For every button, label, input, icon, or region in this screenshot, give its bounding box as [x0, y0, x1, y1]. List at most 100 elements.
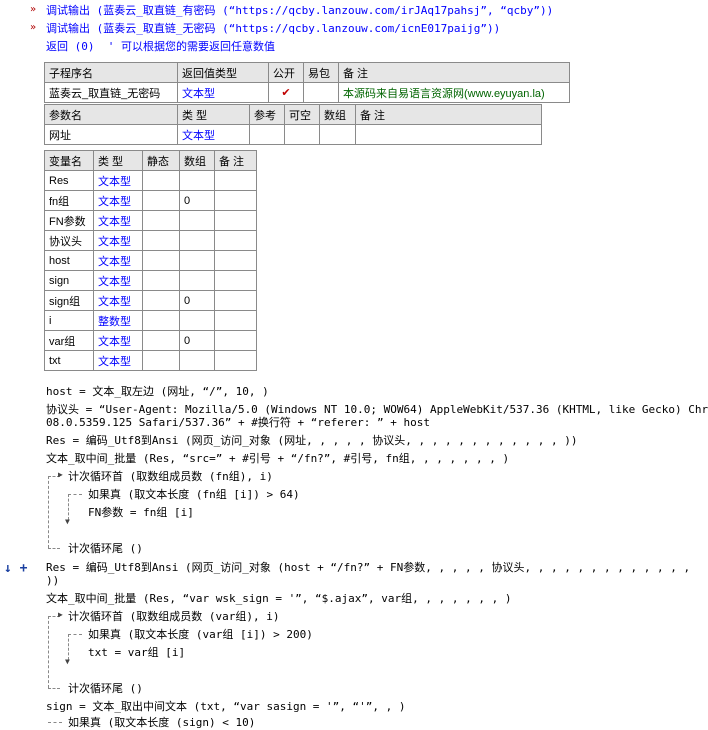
- var-array-cell[interactable]: 0: [179, 190, 215, 211]
- var-array-cell[interactable]: [179, 270, 215, 291]
- arrow-right-icon: ▶: [58, 610, 63, 619]
- header-return-type: 返回值类型: [177, 62, 269, 83]
- code-line[interactable]: )): [46, 574, 59, 588]
- param-ref-cell[interactable]: [249, 124, 285, 145]
- var-type-cell[interactable]: 文本型: [93, 230, 143, 251]
- if-flow-line: [68, 494, 82, 495]
- loop-flow-line: [48, 476, 49, 548]
- expand-arrow-icon[interactable]: »: [30, 22, 36, 33]
- var-name-cell[interactable]: var组: [44, 330, 94, 351]
- param-nullable-cell[interactable]: [284, 124, 320, 145]
- header-sub-name: 子程序名: [44, 62, 178, 83]
- code-line[interactable]: 调试输出 (蓝奏云_取直链_有密码 (“https://qcby.lanzouw…: [46, 4, 553, 18]
- variable-table: 变量名 类 型 静态 数组 备 注 Res 文本型 fn组 文本型 0 FN参数 文本型…: [44, 150, 257, 371]
- var-type-cell[interactable]: 整数型: [93, 310, 143, 331]
- var-type-cell[interactable]: 文本型: [93, 210, 143, 231]
- check-icon[interactable]: ✔: [268, 82, 304, 103]
- code-line[interactable]: 调试输出 (蓝奏云_取直链_无密码 (“https://qcby.lanzouw…: [46, 22, 500, 36]
- header-param-type: 类 型: [177, 104, 250, 125]
- var-array-cell[interactable]: [179, 210, 215, 231]
- var-name-cell[interactable]: Res: [44, 170, 94, 191]
- code-line[interactable]: 如果真 (取文本长度 (var组 [i]) > 200): [88, 628, 313, 642]
- var-type-cell[interactable]: 文本型: [93, 270, 143, 291]
- header-array: 数组: [319, 104, 356, 125]
- param-note-cell[interactable]: [355, 124, 542, 145]
- var-name-cell[interactable]: FN参数: [44, 210, 94, 231]
- table-row[interactable]: Res 文本型: [44, 170, 257, 191]
- var-array-cell[interactable]: 0: [179, 330, 215, 351]
- header-note: 备 注: [338, 62, 570, 83]
- header-easy: 易包: [303, 62, 339, 83]
- code-line[interactable]: 08.0.5359.125 Safari/537.36” + #换行符 + “r…: [46, 416, 430, 430]
- sub-note-cell[interactable]: 本源码来自易语言资源网(www.eyuyan.la): [338, 82, 570, 103]
- code-line[interactable]: Res = 编码_Utf8到Ansi (网页_访问_对象 (网址, , , , …: [46, 434, 578, 448]
- param-name-cell[interactable]: 网址: [44, 124, 178, 145]
- sub-name-cell[interactable]: 蓝奏云_取直链_无密码: [44, 82, 178, 103]
- var-array-cell[interactable]: [179, 250, 215, 271]
- return-line[interactable]: 返回 (0) ' 可以根据您的需要返回任意数值: [46, 40, 275, 54]
- if-flow-line: [48, 722, 62, 723]
- param-table: 参数名 类 型 参考 可空 数组 备 注 网址 文本型: [44, 104, 542, 145]
- var-type-cell[interactable]: 文本型: [93, 190, 143, 211]
- header-public: 公开: [268, 62, 304, 83]
- var-name-cell[interactable]: 协议头: [44, 230, 94, 251]
- table-row[interactable]: sign 文本型: [44, 270, 257, 291]
- var-array-cell[interactable]: 0: [179, 290, 215, 311]
- param-type-cell[interactable]: 文本型: [177, 124, 250, 145]
- loop-flow-line: [48, 548, 60, 549]
- loop-flow-line: [48, 688, 60, 689]
- var-array-cell[interactable]: [179, 350, 215, 371]
- var-type-cell[interactable]: 文本型: [93, 330, 143, 351]
- arrow-down-icon: ▼: [65, 517, 70, 526]
- var-type-cell[interactable]: 文本型: [93, 170, 143, 191]
- code-line[interactable]: sign = 文本_取出中间文本 (txt, “var sasign = '”,…: [46, 700, 406, 714]
- var-name-cell[interactable]: txt: [44, 350, 94, 371]
- expand-arrow-icon[interactable]: »: [30, 4, 36, 15]
- var-type-cell[interactable]: 文本型: [93, 290, 143, 311]
- var-type-cell[interactable]: 文本型: [93, 350, 143, 371]
- breakpoint-arrow-icon[interactable]: ↓ +: [4, 561, 27, 576]
- code-line[interactable]: 计次循环首 (取数组成员数 (var组), i): [68, 610, 279, 624]
- subroutine-table: 子程序名 返回值类型 公开 易包 备 注 蓝奏云_取直链_无密码 文本型 ✔ 本…: [44, 62, 570, 103]
- table-row[interactable]: fn组 文本型 0: [44, 190, 257, 211]
- var-name-cell[interactable]: host: [44, 250, 94, 271]
- table-row[interactable]: 协议头 文本型: [44, 230, 257, 251]
- header-static: 静态: [142, 150, 180, 171]
- code-line[interactable]: 协议头 = “User-Agent: Mozilla/5.0 (Windows …: [46, 403, 708, 417]
- code-line[interactable]: 如果真 (取文本长度 (sign) < 10): [68, 716, 255, 730]
- table-row[interactable]: var组 文本型 0: [44, 330, 257, 351]
- table-row[interactable]: txt 文本型: [44, 350, 257, 371]
- var-type-cell[interactable]: 文本型: [93, 250, 143, 271]
- code-line[interactable]: 计次循环尾 (): [68, 682, 143, 696]
- code-line[interactable]: Res = 编码_Utf8到Ansi (网页_访问_对象 (host + “/f…: [46, 561, 690, 575]
- sub-type-cell[interactable]: 文本型: [177, 82, 269, 103]
- param-array-cell[interactable]: [319, 124, 356, 145]
- if-flow-line: [68, 634, 82, 635]
- var-name-cell[interactable]: sign组: [44, 290, 94, 311]
- code-line[interactable]: 计次循环尾 (): [68, 542, 143, 556]
- code-line[interactable]: txt = var组 [i]: [88, 646, 185, 660]
- var-name-cell[interactable]: sign: [44, 270, 94, 291]
- table-row[interactable]: FN参数 文本型: [44, 210, 257, 231]
- code-line[interactable]: host = 文本_取左边 (网址, “/”, 10, ): [46, 385, 269, 399]
- code-line[interactable]: 文本_取中间_批量 (Res, “src=” + #引号 + “/fn?”, #…: [46, 452, 509, 466]
- var-name-cell[interactable]: i: [44, 310, 94, 331]
- arrow-down-icon: ▼: [65, 657, 70, 666]
- table-row[interactable]: sign组 文本型 0: [44, 290, 257, 311]
- header-param-note: 备 注: [355, 104, 542, 125]
- header-var-name: 变量名: [44, 150, 94, 171]
- code-line[interactable]: 如果真 (取文本长度 (fn组 [i]) > 64): [88, 488, 300, 502]
- var-array-cell[interactable]: [179, 230, 215, 251]
- var-array-cell[interactable]: [179, 310, 215, 331]
- arrow-right-icon: ▶: [58, 470, 63, 479]
- table-row[interactable]: i 整数型: [44, 310, 257, 331]
- code-line[interactable]: FN参数 = fn组 [i]: [88, 506, 194, 520]
- loop-flow-line: [48, 616, 49, 688]
- table-row[interactable]: host 文本型: [44, 250, 257, 271]
- header-var-note: 备 注: [214, 150, 257, 171]
- code-line[interactable]: 文本_取中间_批量 (Res, “var wsk_sign = '”, “$.a…: [46, 592, 512, 606]
- var-name-cell[interactable]: fn组: [44, 190, 94, 211]
- code-line[interactable]: 计次循环首 (取数组成员数 (fn组), i): [68, 470, 273, 484]
- sub-easy-cell[interactable]: [303, 82, 339, 103]
- var-array-cell[interactable]: [179, 170, 215, 191]
